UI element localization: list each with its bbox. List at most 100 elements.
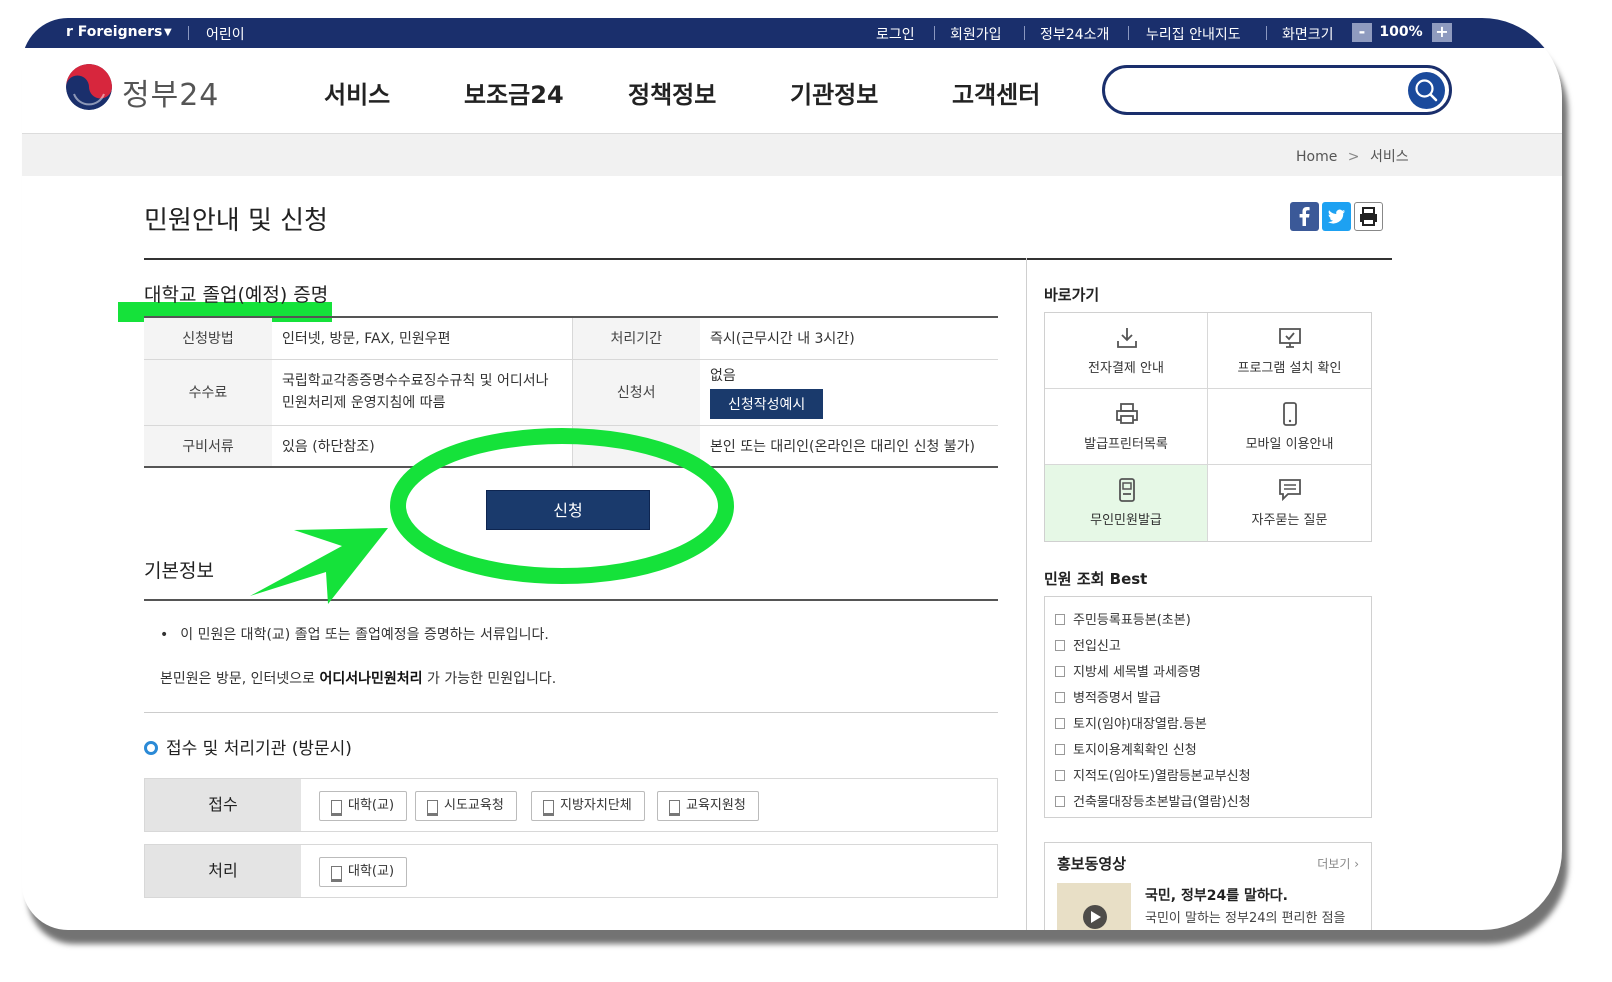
foreigners-link[interactable]: r Foreigners	[66, 24, 162, 40]
about-link[interactable]: 정부24소개	[1040, 24, 1109, 44]
utility-bar: r Foreigners ▼ 어린이 로그인 회원가입 정부24소개 누리집 안…	[22, 18, 1562, 48]
shortcut-printer-list[interactable]: 발급프린터목록	[1045, 389, 1208, 465]
application-form-value: 없음	[710, 368, 736, 384]
service-title: 대학교 졸업(예정) 증명	[144, 284, 329, 306]
table-row: 수수료 국립학교각종증명수수료징수규칙 및 어디서나 민원처리제 운영지침에 따…	[144, 359, 998, 426]
table-header-cell: 구비서류	[144, 425, 272, 468]
promo-title: 홍보동영상	[1057, 855, 1127, 873]
table-row: 신청방법 인터넷, 방문, FAX, 민원우편 처리기간 즉시(근무시간 내 3…	[144, 316, 998, 360]
receive-row: 접수 대학(교) 시도교육청 지방자치단체 교육지원청	[144, 778, 998, 832]
section-divider	[144, 599, 998, 601]
government-logo-icon[interactable]	[66, 64, 112, 110]
breadcrumb-home[interactable]: Home	[1296, 149, 1337, 165]
circle-bullet-icon	[144, 741, 158, 755]
apply-button[interactable]: 신청	[486, 490, 650, 530]
org-chip[interactable]: 시도교육청	[415, 791, 517, 821]
nav-policy-info[interactable]: 정책정보	[628, 75, 716, 110]
org-chip[interactable]: 대학(교)	[319, 857, 408, 887]
search-box	[1102, 65, 1452, 115]
shortcut-mobile-guide[interactable]: 모바일 이용안내	[1208, 389, 1371, 465]
speech-bubble-icon	[1279, 479, 1301, 502]
kiosk-icon	[1119, 478, 1135, 502]
twitter-share-icon[interactable]	[1322, 202, 1351, 231]
shortcut-label: 발급프린터목록	[1084, 437, 1168, 452]
receive-label: 접수	[145, 779, 301, 831]
note-prefix: 본민원은 방문, 인터넷으로	[160, 671, 316, 687]
shortcut-kiosk[interactable]: 무인민원발급	[1045, 465, 1208, 541]
download-icon	[1117, 328, 1137, 348]
basic-info-note: 본민원은 방문, 인터넷으로 어디서나민원처리 가 가능한 민원입니다.	[160, 668, 556, 688]
search-button[interactable]	[1408, 72, 1445, 109]
breadcrumb-current[interactable]: 서비스	[1370, 149, 1409, 165]
play-icon	[1083, 905, 1107, 929]
logo-text[interactable]: 정부24	[122, 70, 219, 114]
form-example-button[interactable]: 신청작성예시	[710, 389, 824, 419]
best-list-item[interactable]: 병적증명서 발급	[1055, 687, 1161, 706]
login-link[interactable]: 로그인	[876, 24, 915, 44]
best-list-item[interactable]: 토지이용계획확인 신청	[1055, 739, 1197, 758]
table-cell: 없음 신청작성예시	[700, 359, 998, 426]
shortcut-program-check[interactable]: 프로그램 설치 확인	[1208, 313, 1371, 389]
table-cell: 즉시(근무시간 내 3시간)	[700, 316, 998, 360]
best-list-item[interactable]: 건축물대장등초본발급(열람)신청	[1055, 791, 1251, 810]
best-title: 민원 조회 Best	[1044, 570, 1148, 588]
table-header-cell	[571, 425, 700, 468]
kids-link[interactable]: 어린이	[206, 24, 245, 44]
processing-title-text: 접수 및 처리기관 (방문시)	[166, 739, 352, 759]
table-row: 구비서류 있음 (하단참조) 본인 또는 대리인(온라인은 대리인 신청 불가)	[144, 425, 998, 468]
table-cell: 인터넷, 방문, FAX, 민원우편	[272, 316, 572, 360]
shortcut-label: 프로그램 설치 확인	[1237, 361, 1342, 376]
sitemap-link[interactable]: 누리집 안내지도	[1146, 24, 1241, 44]
promo-video-thumbnail[interactable]	[1057, 883, 1131, 930]
best-list: 주민등록표등본(초본) 전입신고 지방세 세목별 과세증명 병적증명서 발급 토…	[1044, 596, 1372, 818]
process-row: 처리 대학(교)	[144, 844, 998, 898]
shortcut-e-payment[interactable]: 전자결제 안내	[1045, 313, 1208, 389]
shortcut-label: 모바일 이용안내	[1245, 437, 1334, 452]
shortcut-label: 무인민원발급	[1090, 513, 1162, 528]
best-list-item[interactable]: 지방세 세목별 과세증명	[1055, 661, 1201, 680]
best-list-item[interactable]: 토지(임야)대장열람.등본	[1055, 713, 1207, 732]
zoom-out-button[interactable]: -	[1352, 23, 1372, 42]
chevron-down-icon: ▼	[164, 27, 172, 38]
section-divider	[144, 712, 998, 713]
shortcut-grid: 전자결제 안내 프로그램 설치 확인 발급프린터목록 모바일 이용안내 무인민원…	[1044, 312, 1372, 542]
service-info-table: 신청방법 인터넷, 방문, FAX, 민원우편 처리기간 즉시(근무시간 내 3…	[144, 316, 998, 468]
column-divider	[1026, 258, 1027, 930]
nav-subsidy24[interactable]: 보조금24	[464, 75, 564, 110]
page-title: 민원안내 및 신청	[144, 206, 328, 236]
table-header-cell: 신청방법	[144, 316, 272, 360]
breadcrumb-separator: >	[1347, 149, 1360, 165]
nav-agency-info[interactable]: 기관정보	[790, 75, 878, 110]
org-chip[interactable]: 대학(교)	[319, 791, 408, 821]
best-list-item[interactable]: 주민등록표등본(초본)	[1055, 609, 1191, 628]
green-arrow-annotation	[250, 528, 388, 604]
shortcut-faq[interactable]: 자주묻는 질문	[1208, 465, 1371, 541]
shortcut-label: 전자결제 안내	[1088, 361, 1164, 376]
shortcut-label: 자주묻는 질문	[1251, 513, 1328, 528]
screenshot-frame: r Foreigners ▼ 어린이 로그인 회원가입 정부24소개 누리집 안…	[22, 18, 1562, 930]
note-emphasis: 어디서나민원처리	[319, 671, 423, 687]
zoom-level: 100%	[1379, 24, 1423, 40]
nav-services[interactable]: 서비스	[324, 75, 390, 110]
promo-more-link[interactable]: 더보기 ›	[1317, 855, 1359, 872]
print-icon[interactable]	[1354, 202, 1383, 231]
table-header-cell: 신청서	[571, 359, 700, 426]
org-chip[interactable]: 교육지원청	[657, 791, 759, 821]
basic-info-title: 기본정보	[144, 560, 214, 582]
org-chip[interactable]: 지방자치단체	[531, 791, 645, 821]
table-cell: 국립학교각종증명수수료징수규칙 및 어디서나 민원처리제 운영지침에 따름	[272, 359, 572, 426]
best-list-item[interactable]: 지적도(임야도)열람등본교부신청	[1055, 765, 1251, 784]
basic-info-bullet: 이 민원은 대학(교) 졸업 또는 졸업예정을 증명하는 서류입니다.	[160, 624, 549, 644]
monitor-check-icon	[1279, 328, 1301, 348]
nav-customer-center[interactable]: 고객센터	[952, 75, 1040, 110]
promo-video-box: 홍보동영상 더보기 › 국민, 정부24를 말하다. 국민이 말하는 정부24의…	[1044, 842, 1372, 930]
signup-link[interactable]: 회원가입	[950, 24, 1002, 44]
facebook-share-icon[interactable]	[1290, 202, 1319, 231]
title-divider	[144, 258, 1392, 260]
best-list-item[interactable]: 전입신고	[1055, 635, 1121, 654]
search-icon	[1415, 79, 1438, 102]
promo-headline[interactable]: 국민, 정부24를 말하다.	[1145, 885, 1288, 905]
breadcrumb-bar: Home > 서비스	[22, 134, 1562, 176]
zoom-in-button[interactable]: +	[1432, 23, 1452, 42]
search-input[interactable]	[1123, 78, 1403, 102]
